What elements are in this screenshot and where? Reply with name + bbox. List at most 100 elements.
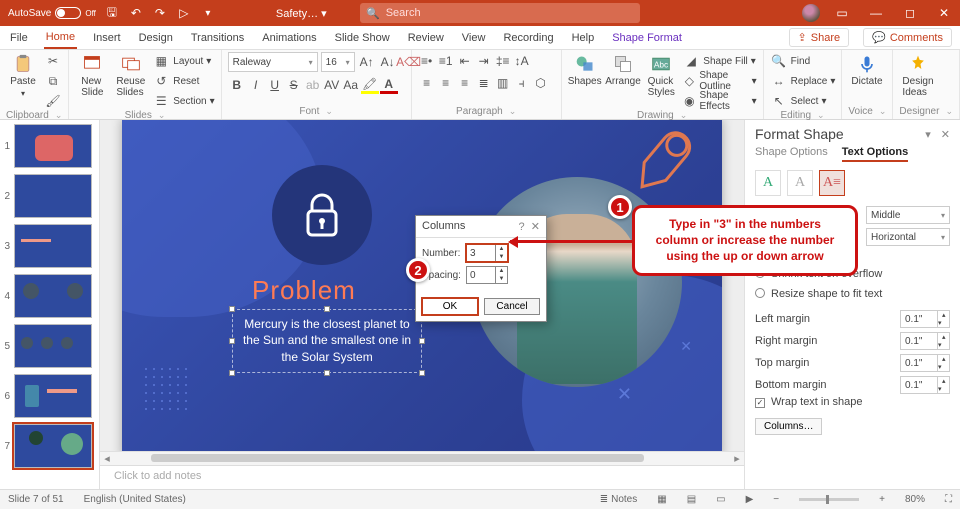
dictate-button[interactable]: Dictate [848,52,885,89]
redo-icon[interactable]: ↷ [152,5,168,21]
columns-button[interactable]: Columns… [755,418,822,435]
cut-icon[interactable]: ✂ [44,52,62,70]
number-down-icon[interactable]: ▼ [496,253,507,261]
document-title[interactable]: Safety… ▾ [276,7,327,20]
layout-button[interactable]: ▦Layout ▾ [152,52,214,70]
thumbnail-7[interactable] [14,424,92,468]
zoom-slider[interactable] [799,498,859,501]
font-size-select[interactable]: 16▾ [321,52,355,72]
format-painter-icon[interactable]: 🖌 [44,92,62,110]
thumbnail-5[interactable] [14,324,92,368]
columns-icon[interactable]: ▥ [494,74,512,92]
horizontal-scrollbar[interactable]: ◂ ▸ [100,451,744,465]
search-input[interactable] [386,7,634,19]
qat-customize-icon[interactable]: ▾ [200,5,216,21]
thumbnail-3[interactable] [14,224,92,268]
text-fill-outline-icon[interactable]: A [755,170,781,196]
right-margin-spin[interactable]: 0.1"▴▾ [900,332,950,350]
reuse-slides-button[interactable]: Reuse Slides [113,52,148,100]
quick-styles-button[interactable]: AbcQuick Styles [644,52,678,100]
justify-icon[interactable]: ≣ [475,74,493,92]
spacing-down-icon[interactable]: ▼ [496,275,507,283]
zoom-out-icon[interactable]: − [773,494,779,505]
notes-area[interactable]: Click to add notes [100,465,744,489]
find-button[interactable]: 🔍Find [770,52,836,70]
view-slideshow-icon[interactable]: ▶ [746,494,754,505]
top-margin-spin[interactable]: 0.1"▴▾ [900,354,950,372]
ribbon-display-icon[interactable]: ▭ [830,1,854,25]
tab-design[interactable]: Design [137,28,175,48]
slide-body-textbox[interactable]: Mercury is the closest planet to the Sun… [232,309,422,373]
minimize-icon[interactable]: — [864,1,888,25]
valign-select[interactable]: Middle▾ [866,206,950,224]
align-text-icon[interactable]: ⫞ [513,74,531,92]
bold-icon[interactable]: B [228,76,246,94]
slide-title[interactable]: Problem [252,275,356,306]
tab-insert[interactable]: Insert [91,28,123,48]
underline-icon[interactable]: U [266,76,284,94]
save-icon[interactable]: 🖫 [104,5,120,21]
tab-transitions[interactable]: Transitions [189,28,246,48]
view-normal-icon[interactable]: ▦ [657,494,666,505]
close-icon[interactable]: ✕ [932,1,956,25]
bullets-icon[interactable]: ≡• [418,52,436,70]
replace-button[interactable]: ↔Replace ▾ [770,72,836,90]
tab-help[interactable]: Help [570,28,597,48]
view-reading-icon[interactable]: ▭ [716,494,725,505]
user-avatar[interactable] [802,4,820,22]
fit-to-window-icon[interactable]: ⛶ [945,494,952,505]
increase-indent-icon[interactable]: ⇥ [475,52,493,70]
select-button[interactable]: ↖Select ▾ [770,92,836,110]
text-box-icon[interactable]: A≡ [819,170,845,196]
maximize-icon[interactable]: ◻ [898,1,922,25]
align-center-icon[interactable]: ≡ [437,74,455,92]
design-ideas-button[interactable]: Design Ideas [899,52,936,100]
smartart-icon[interactable]: ⬡ [532,74,550,92]
text-direction-select[interactable]: Horizontal▾ [866,228,950,246]
spacing-up-icon[interactable]: ▲ [496,267,507,275]
search-box[interactable]: 🔍 [360,3,640,23]
thumbnail-6[interactable] [14,374,92,418]
text-effects-icon[interactable]: A [787,170,813,196]
thumbnail-4[interactable] [14,274,92,318]
autofit-option-resize[interactable]: Resize shape to fit text [755,288,950,308]
tab-file[interactable]: File [8,28,30,48]
strikethrough-icon[interactable]: S [285,76,303,94]
tab-home[interactable]: Home [44,27,77,49]
ok-button[interactable]: OK [422,298,478,315]
decrease-font-icon[interactable]: A↓ [379,53,397,71]
tab-slide-show[interactable]: Slide Show [333,28,392,48]
wrap-text-checkbox[interactable]: ✓Wrap text in shape [755,396,950,418]
slide-count[interactable]: Slide 7 of 51 [8,494,64,505]
font-name-select[interactable]: Raleway▾ [228,52,318,72]
comments-button[interactable]: 💬Comments [863,28,952,47]
shapes-button[interactable]: Shapes [568,52,602,89]
increase-font-icon[interactable]: A↑ [358,53,376,71]
char-spacing-icon[interactable]: AV [323,76,341,94]
autosave-toggle[interactable]: AutoSave Off [8,7,96,19]
line-spacing-icon[interactable]: ‡≡ [494,52,512,70]
pane-close-icon[interactable]: ✕ [941,128,950,141]
shape-effects-button[interactable]: ◉Shape Effects ▾ [682,92,756,110]
copy-icon[interactable]: ⧉ [44,72,62,90]
shape-fill-button[interactable]: ◢Shape Fill ▾ [682,52,756,70]
dialog-help-icon[interactable]: ? [519,221,525,233]
change-case-icon[interactable]: Aa [342,76,360,94]
thumbnail-1[interactable] [14,124,92,168]
text-direction-icon[interactable]: ↕A [513,52,531,70]
thumbnail-panel[interactable]: 1 2 3 4 5 6 7 [0,120,100,489]
pane-menu-icon[interactable]: ▾ [925,128,931,141]
new-slide-button[interactable]: New Slide [75,52,109,100]
paste-button[interactable]: Paste▾ [6,52,40,100]
tab-shape-format[interactable]: Shape Format [610,28,684,48]
shadow-icon[interactable]: ab [304,76,322,94]
align-left-icon[interactable]: ≡ [418,74,436,92]
tab-animations[interactable]: Animations [260,28,318,48]
highlight-icon[interactable]: 🖍 [361,76,379,94]
thumbnail-2[interactable] [14,174,92,218]
font-color-icon[interactable]: A [380,76,398,94]
share-button[interactable]: ⇪Share [789,28,850,47]
reset-button[interactable]: ↺Reset [152,72,214,90]
align-right-icon[interactable]: ≡ [456,74,474,92]
from-beginning-icon[interactable]: ▷ [176,5,192,21]
